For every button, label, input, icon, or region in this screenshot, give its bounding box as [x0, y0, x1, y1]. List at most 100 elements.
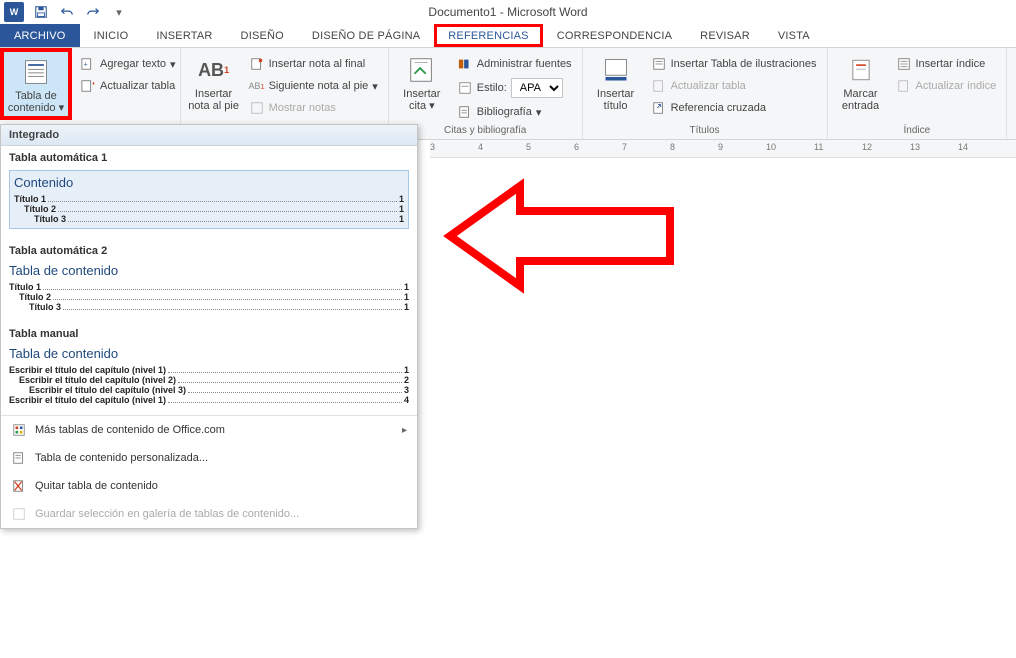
- mark-entry-label: Marcar entrada: [842, 88, 879, 112]
- horizontal-ruler: 34567891011121314: [430, 140, 1016, 158]
- undo-icon[interactable]: [58, 3, 76, 21]
- toc-button-label: Tabla de contenido ▾: [8, 90, 64, 114]
- bibliography-icon: [457, 104, 473, 120]
- bibliography-button[interactable]: Bibliografía ▾: [453, 102, 576, 122]
- save-toc-gallery-label: Guardar selección en galería de tablas d…: [35, 508, 299, 520]
- save-gallery-icon: [11, 506, 27, 522]
- ruler-tick: 3: [430, 142, 435, 152]
- more-toc-office-button[interactable]: Más tablas de contenido de Office.com ▸: [1, 416, 417, 444]
- tab-mailings[interactable]: CORRESPONDENCIA: [543, 24, 686, 47]
- update-tof-label: Actualizar tabla: [671, 80, 746, 92]
- tab-review[interactable]: REVISAR: [686, 24, 764, 47]
- save-toc-gallery-button: Guardar selección en galería de tablas d…: [1, 500, 417, 528]
- bibliography-label: Bibliografía: [477, 106, 532, 118]
- redo-icon[interactable]: [84, 3, 102, 21]
- insert-caption-button[interactable]: Insertar título: [589, 50, 643, 112]
- title-bar: W ▾ Documento1 - Microsoft Word: [0, 0, 1016, 24]
- mark-entry-button[interactable]: Marcar entrada: [834, 50, 888, 112]
- crossref-icon: [651, 100, 667, 116]
- update-index-button[interactable]: Actualizar índice: [892, 76, 1001, 96]
- caption-icon: [600, 54, 632, 86]
- update-tof-button[interactable]: Actualizar tabla: [647, 76, 821, 96]
- toc-button[interactable]: Tabla de contenido ▾: [0, 48, 72, 120]
- update-index-label: Actualizar índice: [916, 80, 997, 92]
- save-icon[interactable]: [32, 3, 50, 21]
- update-toc-icon: [80, 78, 96, 94]
- add-text-label: Agregar texto: [100, 58, 166, 70]
- captions-group-label: Títulos: [589, 123, 821, 139]
- ruler-tick: 11: [814, 142, 823, 152]
- next-footnote-button[interactable]: AB1 Siguiente nota al pie ▾: [245, 76, 382, 96]
- toc-preview-line: Título 11: [9, 282, 409, 292]
- add-text-icon: +: [80, 56, 96, 72]
- remove-toc-label: Quitar tabla de contenido: [35, 480, 158, 492]
- toc-preview-line: Título 31: [9, 302, 409, 312]
- insert-citation-label: Insertar cita ▾: [403, 88, 440, 112]
- insert-endnote-label: Insertar nota al final: [269, 58, 366, 70]
- update-index-icon: [896, 78, 912, 94]
- next-footnote-label: Siguiente nota al pie: [269, 80, 369, 92]
- tab-insert[interactable]: INSERTAR: [142, 24, 226, 47]
- gallery-item-auto1[interactable]: Contenido Título 11Título 21Título 31: [9, 170, 409, 229]
- endnote-icon: [249, 56, 265, 72]
- office-icon: [11, 422, 27, 438]
- index-group-label: Índice: [834, 123, 1001, 139]
- ruler-tick: 8: [670, 142, 675, 152]
- gallery-item-manual[interactable]: Tabla de contenido Escribir el título de…: [9, 346, 409, 405]
- tab-page-layout[interactable]: DISEÑO DE PÁGINA: [298, 24, 434, 47]
- insert-tof-label: Insertar Tabla de ilustraciones: [671, 58, 817, 70]
- insert-citation-button[interactable]: Insertar cita ▾: [395, 50, 449, 112]
- show-notes-button[interactable]: Mostrar notas: [245, 98, 382, 118]
- tab-home[interactable]: INICIO: [80, 24, 143, 47]
- ruler-tick: 6: [574, 142, 579, 152]
- toc-preview-line: Escribir el título del capítulo (nivel 1…: [9, 365, 409, 375]
- tab-view[interactable]: VISTA: [764, 24, 824, 47]
- insert-tof-button[interactable]: Insertar Tabla de ilustraciones: [647, 54, 821, 74]
- toc-preview-line: Título 21: [9, 292, 409, 302]
- cross-reference-button[interactable]: Referencia cruzada: [647, 98, 821, 118]
- custom-toc-button[interactable]: Tabla de contenido personalizada...: [1, 444, 417, 472]
- insert-index-icon: [896, 56, 912, 72]
- gallery-footer: Más tablas de contenido de Office.com ▸ …: [1, 415, 417, 528]
- ruler-tick: 5: [526, 142, 531, 152]
- insert-footnote-button[interactable]: AB1 Insertar nota al pie: [187, 50, 241, 112]
- tab-design[interactable]: DISEÑO: [227, 24, 298, 47]
- add-text-button[interactable]: + Agregar texto ▾: [76, 54, 180, 74]
- ruler-tick: 7: [622, 142, 627, 152]
- ruler-tick: 9: [718, 142, 723, 152]
- citation-icon: [406, 54, 438, 86]
- cross-reference-label: Referencia cruzada: [671, 102, 766, 114]
- toc-preview-line: Título 21: [14, 204, 404, 214]
- tof-icon: [651, 56, 667, 72]
- toc-preview-line: Escribir el título del capítulo (nivel 2…: [9, 375, 409, 385]
- toc-icon: [20, 56, 52, 88]
- custom-toc-label: Tabla de contenido personalizada...: [35, 452, 208, 464]
- svg-text:+: +: [84, 62, 88, 69]
- manage-sources-label: Administrar fuentes: [477, 58, 572, 70]
- insert-index-button[interactable]: Insertar índice: [892, 54, 1001, 74]
- insert-index-label: Insertar índice: [916, 58, 986, 70]
- qat-customize-icon[interactable]: ▾: [110, 3, 128, 21]
- toc-preview-line: Escribir el título del capítulo (nivel 3…: [9, 385, 409, 395]
- gallery-item-auto2[interactable]: Tabla de contenido Título 11Título 21Tít…: [9, 263, 409, 312]
- gallery-auto2-name: Tabla automática 2: [1, 239, 417, 259]
- update-toc-button[interactable]: Actualizar tabla: [76, 76, 180, 96]
- toc-preview-line: Título 11: [14, 194, 404, 204]
- insert-endnote-button[interactable]: Insertar nota al final: [245, 54, 382, 74]
- manage-sources-icon: [457, 56, 473, 72]
- tab-file[interactable]: ARCHIVO: [0, 24, 80, 47]
- more-toc-label: Más tablas de contenido de Office.com: [35, 424, 225, 436]
- gallery-manual-name: Tabla manual: [1, 322, 417, 342]
- manage-sources-button[interactable]: Administrar fuentes: [453, 54, 576, 74]
- style-label: Estilo:: [477, 82, 507, 94]
- remove-toc-button[interactable]: Quitar tabla de contenido: [1, 472, 417, 500]
- citation-style-select[interactable]: APA: [511, 78, 563, 98]
- submenu-arrow-icon: ▸: [402, 425, 407, 436]
- ruler-tick: 10: [766, 142, 776, 152]
- toc-gallery-dropdown: Integrado Tabla automática 1 Contenido T…: [0, 124, 418, 529]
- insert-footnote-label: Insertar nota al pie: [188, 88, 239, 112]
- quick-access-toolbar: W ▾: [0, 2, 128, 22]
- next-footnote-icon: AB1: [249, 78, 265, 94]
- auto2-title: Tabla de contenido: [9, 263, 409, 278]
- tab-references[interactable]: REFERENCIAS: [434, 24, 542, 47]
